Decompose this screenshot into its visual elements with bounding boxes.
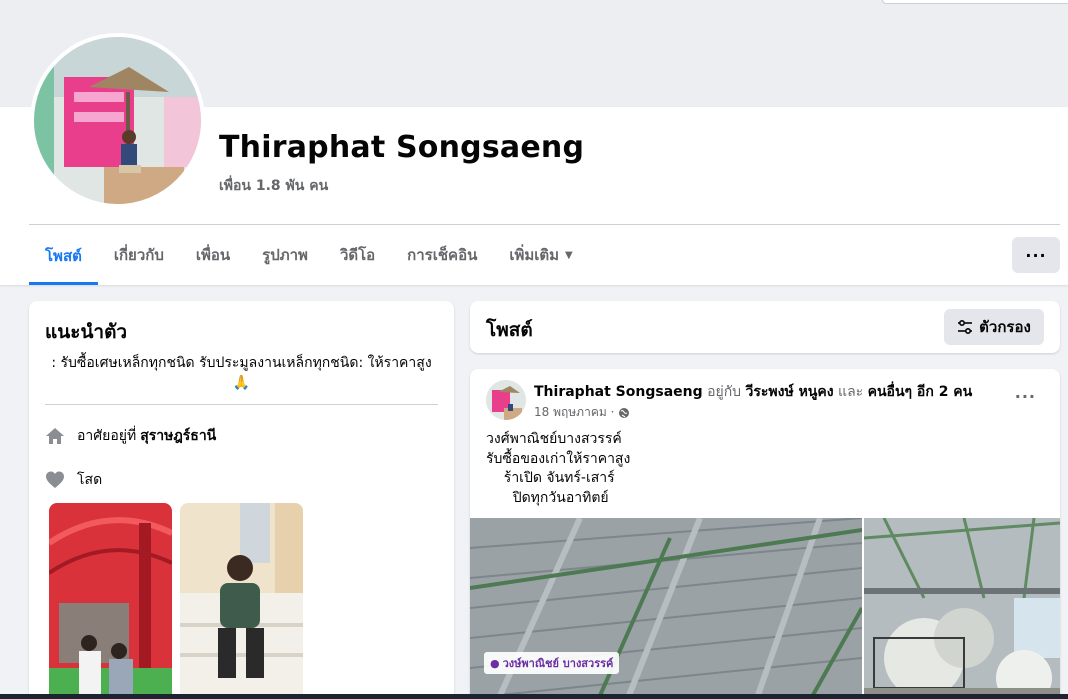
lives-in-row: อาศัยอยู่ที่ สุราษฎร์ธานี	[45, 425, 216, 447]
location-tag-text: วงษ์พาณิชย์ บางสวรรค์	[502, 657, 614, 670]
intro-bio: : รับซื้อเศษเหล็กทุกชนิด รับประมูลงานเหล…	[51, 355, 432, 391]
lives-in-prefix: อาศัยอยู่ที่	[77, 428, 137, 444]
caret-down-icon: ▼	[565, 249, 573, 261]
filter-label: ตัวกรอง	[979, 318, 1031, 336]
relationship-status: โสด	[77, 472, 103, 488]
globe-icon	[619, 407, 630, 418]
heart-icon	[45, 470, 65, 490]
post-author-avatar[interactable]	[486, 380, 526, 420]
tab-label: โพสต์	[45, 246, 82, 265]
tab-more[interactable]: เพิ่มเติม ▼	[493, 226, 588, 284]
post-image-1[interactable]: ● วงษ์พาณิชย์ บางสวรรค์	[470, 518, 862, 699]
tab-label: การเช็คอิน	[407, 246, 478, 264]
cover-edit-area	[882, 0, 1068, 4]
featured-photo-2[interactable]	[180, 503, 303, 699]
header-divider	[29, 224, 1060, 225]
post-time[interactable]: 18 พฤษภาคม ·	[534, 403, 614, 422]
filter-icon	[958, 319, 973, 335]
with-text: อยู่กับ	[707, 384, 742, 400]
intro-divider	[45, 404, 438, 405]
os-taskbar	[0, 694, 1068, 699]
posts-title: โพสต์	[486, 319, 533, 341]
profile-tabs: โพสต์ เกี่ยวกับ เพื่อน รูปภาพ วิดีโอ การ…	[29, 226, 589, 285]
tab-friends[interactable]: เพื่อน	[180, 226, 246, 284]
tab-label: วิดีโอ	[339, 246, 376, 264]
tab-videos[interactable]: วิดีโอ	[324, 226, 391, 284]
home-icon	[45, 426, 65, 446]
profile-more-button[interactable]: ···	[1012, 237, 1060, 273]
profile-avatar[interactable]	[30, 33, 205, 208]
posts-header-card: โพสต์ ตัวกรอง	[470, 301, 1060, 353]
post-header: Thiraphat Songsaeng อยู่กับ วีระพงษ์ หนู…	[534, 381, 972, 403]
featured-photo-1[interactable]	[49, 503, 172, 699]
tagged-others[interactable]: คนอื่นๆ อีก 2 คน	[868, 384, 973, 400]
post-text: วงศ์พาณิชย์บางสวรรค์ รับซื้อของเก่าให้รา…	[486, 431, 631, 506]
post-author[interactable]: Thiraphat Songsaeng	[534, 384, 703, 400]
relationship-row: โสด	[45, 469, 102, 491]
intro-card: แนะนำตัว : รับซื้อเศษเหล็กทุกชนิด รับประ…	[29, 301, 454, 699]
lives-in-place[interactable]: สุราษฎร์ธานี	[140, 425, 216, 447]
post-timestamp-row: 18 พฤษภาคม ·	[534, 403, 630, 422]
tab-label: รูปภาพ	[262, 246, 308, 264]
post-image-2[interactable]	[864, 518, 1060, 699]
post-card: Thiraphat Songsaeng อยู่กับ วีระพงษ์ หนู…	[470, 369, 1060, 699]
and-text: และ	[838, 384, 864, 400]
location-tag[interactable]: ● วงษ์พาณิชย์ บางสวรรค์	[484, 652, 620, 674]
tab-checkins[interactable]: การเช็คอิน	[391, 226, 493, 284]
tab-about[interactable]: เกี่ยวกับ	[98, 226, 180, 284]
tagged-person[interactable]: วีระพงษ์ หนูคง	[746, 384, 834, 400]
tab-photos[interactable]: รูปภาพ	[246, 226, 324, 284]
tab-label: เพื่อน	[195, 246, 231, 264]
friend-count[interactable]: เพื่อน 1.8 พัน คน	[219, 175, 328, 197]
intro-title: แนะนำตัว	[45, 321, 128, 343]
profile-photo	[34, 37, 201, 204]
tab-label: เพิ่มเติม	[509, 246, 560, 264]
tab-label: เกี่ยวกับ	[113, 246, 164, 264]
profile-name: Thiraphat Songsaeng	[219, 130, 585, 165]
tab-posts[interactable]: โพสต์	[29, 226, 98, 285]
location-pin-icon: ●	[490, 656, 500, 670]
post-options-button[interactable]: ···	[1015, 387, 1036, 406]
filter-button[interactable]: ตัวกรอง	[944, 309, 1044, 345]
